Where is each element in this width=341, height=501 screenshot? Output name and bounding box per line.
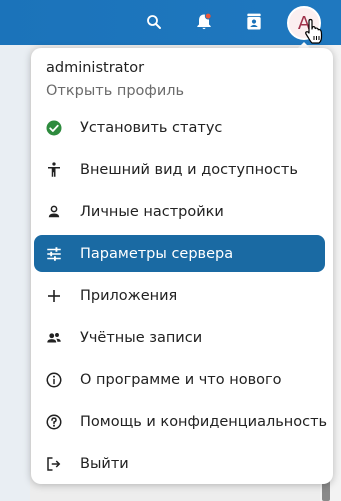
menu-item-personal-settings[interactable]: Личные настройки (34, 193, 325, 230)
menu-item-accounts[interactable]: Учётные записи (34, 319, 325, 356)
mouse-cursor-icon (302, 18, 326, 46)
menu-item-label: Учётные записи (80, 329, 203, 346)
menu-item-label: Параметры сервера (80, 245, 234, 262)
notifications-icon[interactable] (192, 10, 216, 34)
contacts-icon[interactable] (242, 10, 266, 34)
background-content (0, 45, 30, 501)
sliders-icon (44, 244, 64, 264)
profile-link[interactable]: Открыть профиль (46, 83, 184, 99)
menu-item-label: Помощь и конфиденциальность (80, 413, 328, 430)
menu-item-label: Личные настройки (80, 203, 224, 220)
user-name: administrator (46, 60, 145, 76)
plus-icon (44, 286, 64, 306)
search-icon[interactable] (142, 10, 166, 34)
menu-item-logout[interactable]: Выйти (34, 445, 325, 482)
menu-item-about[interactable]: О программе и что нового (34, 361, 325, 398)
logout-icon (44, 454, 64, 474)
top-bar: A (0, 0, 341, 45)
menu-item-label: Установить статус (80, 119, 223, 136)
menu-item-set-status[interactable]: Установить статус (34, 109, 325, 146)
user-icon (44, 202, 64, 222)
menu-item-label: Приложения (80, 287, 178, 304)
help-icon (44, 412, 64, 432)
accounts-icon (44, 328, 64, 348)
menu-item-label: Внешний вид и доступность (80, 161, 298, 178)
menu-item-label: Выйти (80, 455, 129, 472)
menu-item-server-settings[interactable]: Параметры сервера (34, 235, 325, 272)
accessibility-icon (44, 160, 64, 180)
menu-item-label: О программе и что нового (80, 371, 282, 388)
menu-item-appearance[interactable]: Внешний вид и доступность (34, 151, 325, 188)
menu-item-help[interactable]: Помощь и конфиденциальность (34, 403, 328, 440)
menu-item-apps[interactable]: Приложения (34, 277, 325, 314)
info-icon (44, 370, 64, 390)
status-online-icon (44, 118, 64, 138)
user-menu: administrator Открыть профиль Установить… (31, 48, 333, 484)
